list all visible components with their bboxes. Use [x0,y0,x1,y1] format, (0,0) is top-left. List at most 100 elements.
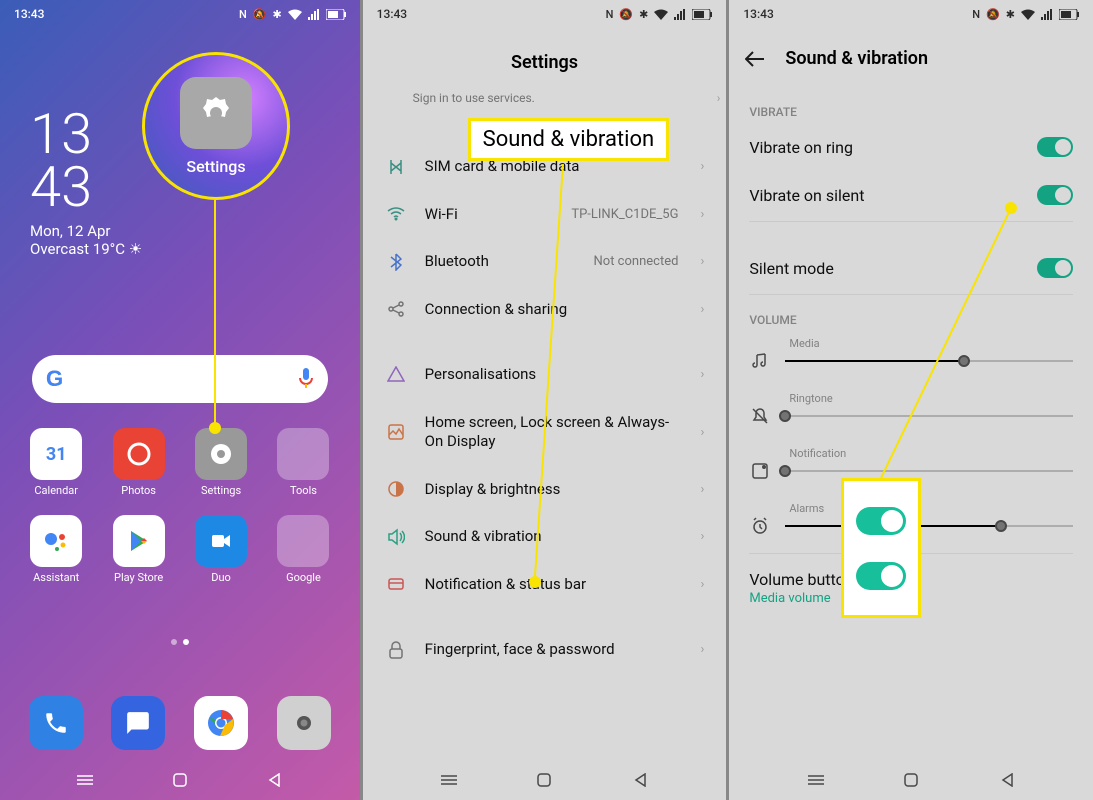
status-time: 13:43 [14,7,44,21]
palette-icon [385,366,407,384]
connection-row[interactable]: Connection & sharing › [379,286,711,334]
duo-app[interactable]: Duo [185,515,257,584]
settings-screen: 13:43 N 🔕 ✱ Settings Sign in to use serv… [363,0,727,800]
back-button[interactable] [745,51,765,67]
nav-bar [729,760,1093,800]
fingerprint-row[interactable]: Fingerprint, face & password › [379,626,711,674]
homescreen-row[interactable]: Home screen, Lock screen & Always-On Dis… [379,399,711,466]
bell-off-icon [749,407,771,425]
signal-icon [1041,9,1053,20]
tools-folder[interactable]: Tools [267,428,339,497]
display-row[interactable]: Display & brightness › [379,466,711,514]
app-grid: 31 Calendar Photos Settings Tools Assist… [0,428,360,584]
nav-home[interactable] [171,771,189,789]
mute-icon: 🔕 [986,8,1000,21]
callout-toggle-1 [856,507,906,535]
vibrate-section: VIBRATE [729,89,1093,123]
signal-icon [674,9,686,20]
bt-icon: ✱ [272,8,281,21]
battery-icon [326,9,346,20]
nav-back[interactable] [998,771,1016,789]
wifi-icon [385,207,407,221]
search-bar[interactable]: G [32,355,328,403]
bt-icon: ✱ [639,8,648,21]
nav-recents[interactable] [440,771,458,789]
callout-toggles-box [841,478,921,618]
photos-app[interactable]: Photos [102,428,174,497]
sim-icon [385,158,407,176]
nav-back[interactable] [631,771,649,789]
nfc-icon: N [606,8,614,21]
music-icon [749,352,771,370]
clock-widget[interactable]: 13 43 Mon, 12 Apr Overcast 19°C ☀ [30,108,142,258]
battery-icon [1059,9,1079,20]
status-time: 13:43 [743,7,773,21]
silent-mode-row[interactable]: Silent mode [729,244,1093,292]
chevron-right-icon: › [700,577,704,592]
chevron-right-icon: › [700,642,704,657]
nav-home[interactable] [535,771,553,789]
settings-title: Settings [363,28,727,91]
assistant-app[interactable]: Assistant [20,515,92,584]
chevron-right-icon: › [700,207,704,222]
wifi-icon [654,9,668,20]
callout-sound-label: Sound & vibration [468,118,670,161]
chevron-right-icon: › [700,482,704,497]
mic-icon[interactable] [298,368,314,390]
home-screen: 13:43 N 🔕 ✱ 13 43 Mon, 12 Apr Overcast 1… [0,0,360,800]
notification-icon [385,575,407,593]
personalisations-row[interactable]: Personalisations › [379,351,711,399]
callout-settings-zoom: Settings [142,52,290,200]
camera-app[interactable] [277,696,331,750]
ringtone-slider-row: Ringtone [729,386,1093,441]
sound-header: Sound & vibration [729,28,1093,89]
nav-home[interactable] [902,771,920,789]
nav-recents[interactable] [76,771,94,789]
nav-back[interactable] [265,771,283,789]
wifi-icon [288,9,302,20]
chevron-right-icon: › [700,529,704,544]
wifi-icon [1021,9,1035,20]
chevron-right-icon: › [700,302,704,317]
vibrate-silent-toggle[interactable] [1037,185,1073,205]
notification-slider[interactable] [785,470,1073,472]
sound-row[interactable]: Sound & vibration › [379,513,711,561]
notification-icon [749,462,771,480]
vibrate-ring-toggle[interactable] [1037,137,1073,157]
google-folder[interactable]: Google [267,515,339,584]
ringtone-slider[interactable] [785,415,1073,417]
chrome-app[interactable] [194,696,248,750]
vibrate-silent-row[interactable]: Vibrate on silent [729,171,1093,219]
status-icons: N 🔕 ✱ [606,8,713,21]
chevron-right-icon: › [700,159,704,174]
chevron-right-icon: › [700,254,704,269]
chevron-right-icon: › [700,367,704,382]
wifi-row[interactable]: Wi-Fi TP-LINK_C1DE_5G › [379,191,711,239]
vibrate-ring-row[interactable]: Vibrate on ring [729,123,1093,171]
bluetooth-icon [385,253,407,271]
callout-toggle-2 [856,562,906,590]
nav-bar [363,760,727,800]
nfc-icon: N [239,8,247,21]
gear-icon [180,77,252,149]
silent-mode-toggle[interactable] [1037,258,1073,278]
bluetooth-row[interactable]: Bluetooth Not connected › [379,238,711,286]
nav-recents[interactable] [807,771,825,789]
media-slider[interactable] [785,360,1073,362]
nav-bar [0,760,360,800]
notification-row[interactable]: Notification & status bar › [379,561,711,609]
status-bar: 13:43 N 🔕 ✱ [363,0,727,28]
lock-icon [385,641,407,659]
phone-app[interactable] [29,696,83,750]
brightness-icon [385,480,407,498]
mute-icon: 🔕 [619,8,633,21]
mute-icon: 🔕 [253,8,267,21]
messages-app[interactable] [111,696,165,750]
settings-app[interactable]: Settings [185,428,257,497]
sound-screen: 13:43 N 🔕 ✱ Sound & vibration VIBRATE Vi… [729,0,1093,800]
alarms-slider[interactable] [785,525,1073,527]
clock-weather: Overcast 19°C ☀ [30,240,142,258]
playstore-app[interactable]: Play Store [102,515,174,584]
calendar-app[interactable]: 31 Calendar [20,428,92,497]
status-time: 13:43 [377,7,407,21]
